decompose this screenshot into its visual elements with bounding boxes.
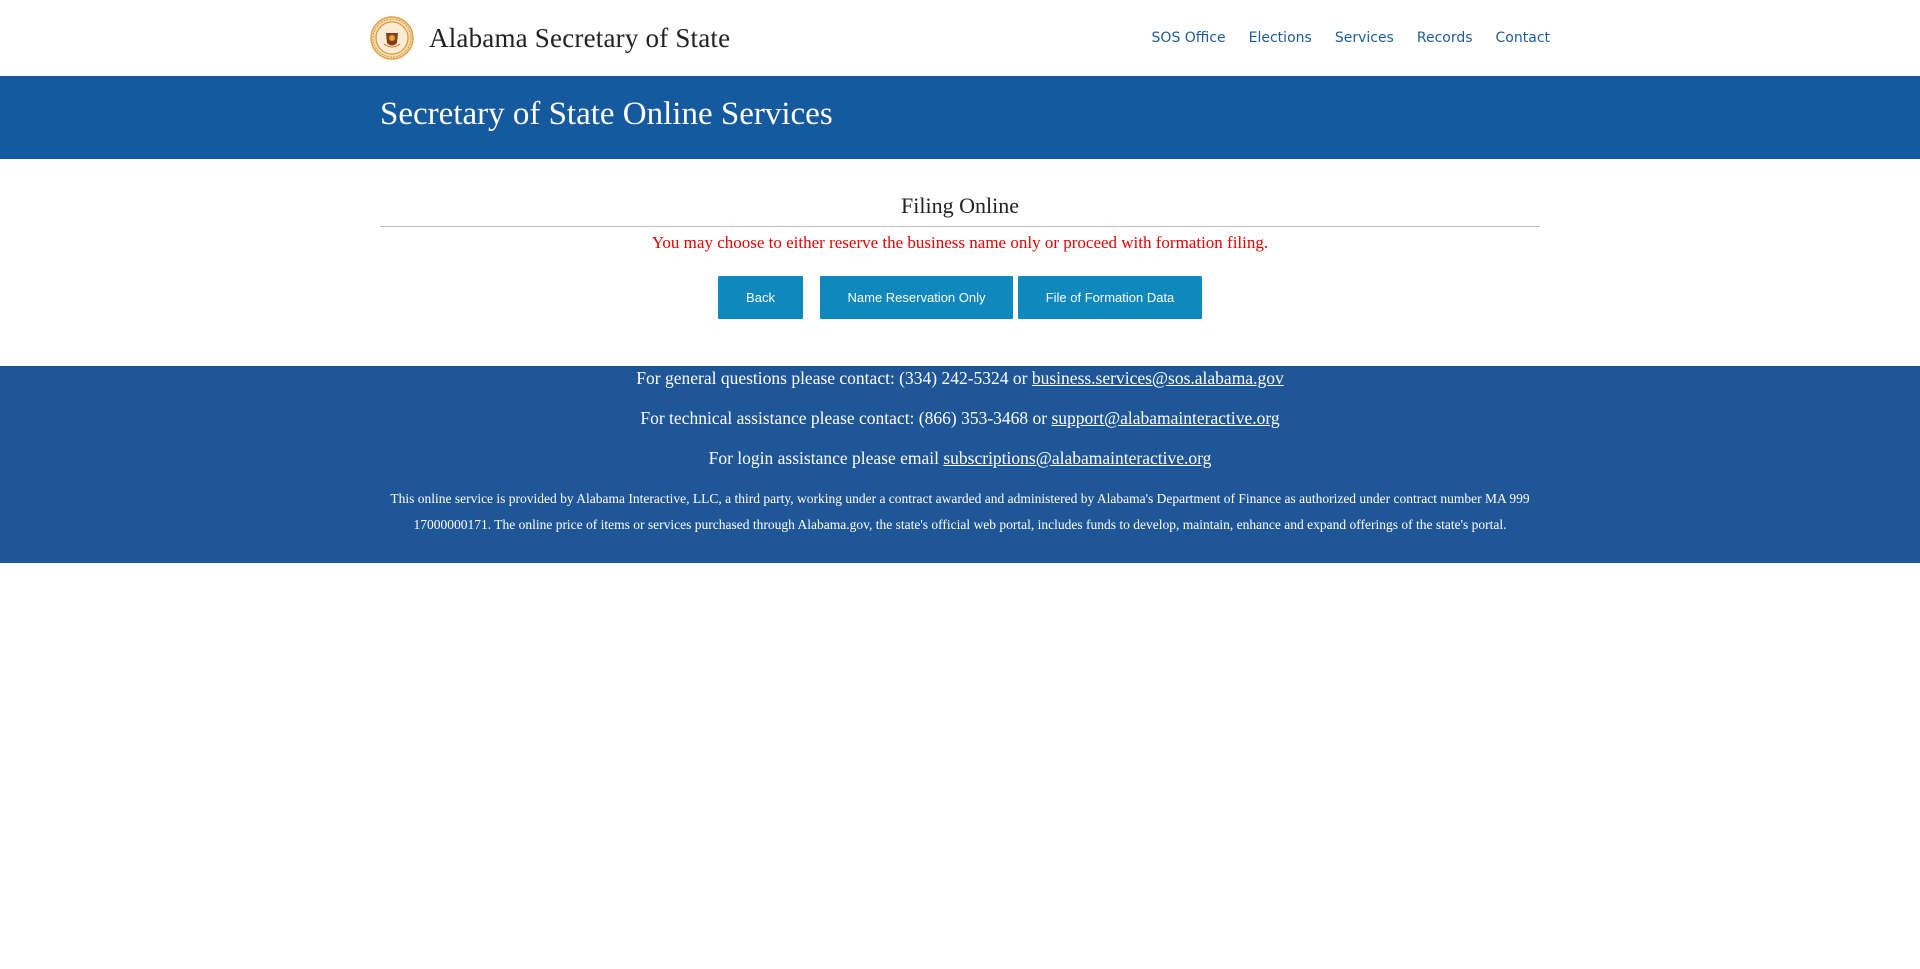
login-contact-line: For login assistance please email subscr… (0, 448, 1920, 469)
section-divider (380, 226, 1540, 227)
technical-email-link[interactable]: support@alabamainteractive.org (1051, 408, 1279, 428)
technical-contact-text: For technical assistance please contact:… (640, 408, 1052, 428)
nav-elections[interactable]: Elections (1249, 30, 1312, 46)
state-seal-icon[interactable] (370, 16, 414, 60)
nav-sos-office[interactable]: SOS Office (1152, 30, 1226, 46)
login-contact-text: For login assistance please email (708, 448, 944, 468)
main-nav: SOS Office Elections Services Records Co… (1129, 30, 1550, 46)
technical-contact-line: For technical assistance please contact:… (0, 408, 1920, 429)
nav-records[interactable]: Records (1417, 30, 1473, 46)
general-contact-text: For general questions please contact: (3… (636, 368, 1032, 388)
footer-disclaimer: This online service is provided by Alaba… (390, 491, 1530, 532)
page-banner: Secretary of State Online Services (0, 76, 1920, 159)
name-reservation-button[interactable]: Name Reservation Only (820, 276, 1013, 319)
section-title: Filing Online (901, 193, 1019, 218)
file-formation-button[interactable]: File of Formation Data (1018, 276, 1202, 319)
header-inner: Alabama Secretary of State SOS Office El… (370, 0, 1550, 76)
nav-contact[interactable]: Contact (1496, 30, 1550, 46)
general-email-link[interactable]: business.services@sos.alabama.gov (1032, 368, 1284, 388)
nav-services[interactable]: Services (1335, 30, 1394, 46)
site-header: Alabama Secretary of State SOS Office El… (0, 0, 1920, 76)
back-button[interactable]: Back (718, 276, 803, 319)
site-footer: For general questions please contact: (3… (0, 366, 1920, 563)
general-contact-line: For general questions please contact: (3… (0, 368, 1920, 389)
choice-message: You may choose to either reserve the bus… (651, 233, 1269, 252)
login-email-link[interactable]: subscriptions@alabamainteractive.org (943, 448, 1211, 468)
main-content: Filing Online You may choose to either r… (0, 159, 1920, 366)
banner-title: Secretary of State Online Services (380, 96, 833, 132)
site-title[interactable]: Alabama Secretary of State (429, 23, 730, 54)
